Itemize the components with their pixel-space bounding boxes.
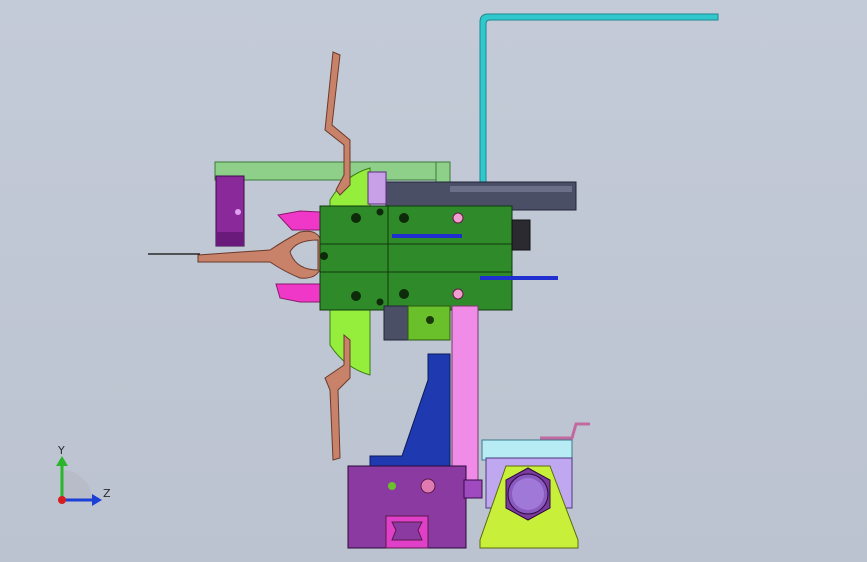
cyan-tube[interactable] (479, 13, 719, 196)
navy-gusset[interactable] (369, 353, 451, 469)
lower-dark-plate[interactable] (383, 305, 411, 341)
z-axis-arrow (92, 494, 102, 506)
nut-bore-inner (512, 478, 544, 510)
gripper-hole-6 (376, 298, 384, 306)
light-green-bar[interactable] (214, 161, 451, 181)
gripper-hole-5 (351, 291, 361, 301)
bracket-hole (235, 209, 241, 215)
light-cyan-block[interactable] (481, 439, 573, 461)
z-axis-label: Z (103, 487, 111, 500)
blue-rod-bottom[interactable] (480, 276, 558, 280)
small-hook[interactable] (540, 422, 590, 440)
y-axis-label: Y (57, 444, 65, 457)
boss-hole (426, 316, 434, 324)
block-side-tab (463, 479, 483, 499)
triad-arc (62, 470, 92, 500)
block-hole-pink (420, 478, 436, 494)
purple-plate[interactable] (367, 171, 387, 205)
blue-rod-top[interactable] (392, 234, 462, 238)
magenta-finger-top[interactable] (277, 210, 321, 231)
gripper-hole-4 (320, 252, 328, 260)
assembly-drawing[interactable]: Y Z (0, 0, 867, 562)
gripper-hole-3 (399, 213, 409, 223)
gripper-hole-7 (399, 289, 409, 299)
gripper-pin-2 (452, 288, 464, 300)
cad-viewport[interactable]: Y Z (0, 0, 867, 562)
block-hole-green (388, 482, 396, 490)
gripper-pin-1 (452, 212, 464, 224)
cylinder-cap[interactable] (511, 219, 531, 251)
gripper-hole-1 (351, 213, 361, 223)
magenta-finger-bottom[interactable] (275, 283, 321, 303)
gripper-hole-2 (376, 208, 384, 216)
axis-triad[interactable]: Y Z (56, 444, 111, 506)
bracket-foot (216, 232, 244, 246)
y-axis-arrow (56, 456, 68, 466)
dark-rail-face (450, 186, 572, 192)
x-axis-dot (58, 496, 66, 504)
purple-block[interactable] (347, 465, 467, 549)
